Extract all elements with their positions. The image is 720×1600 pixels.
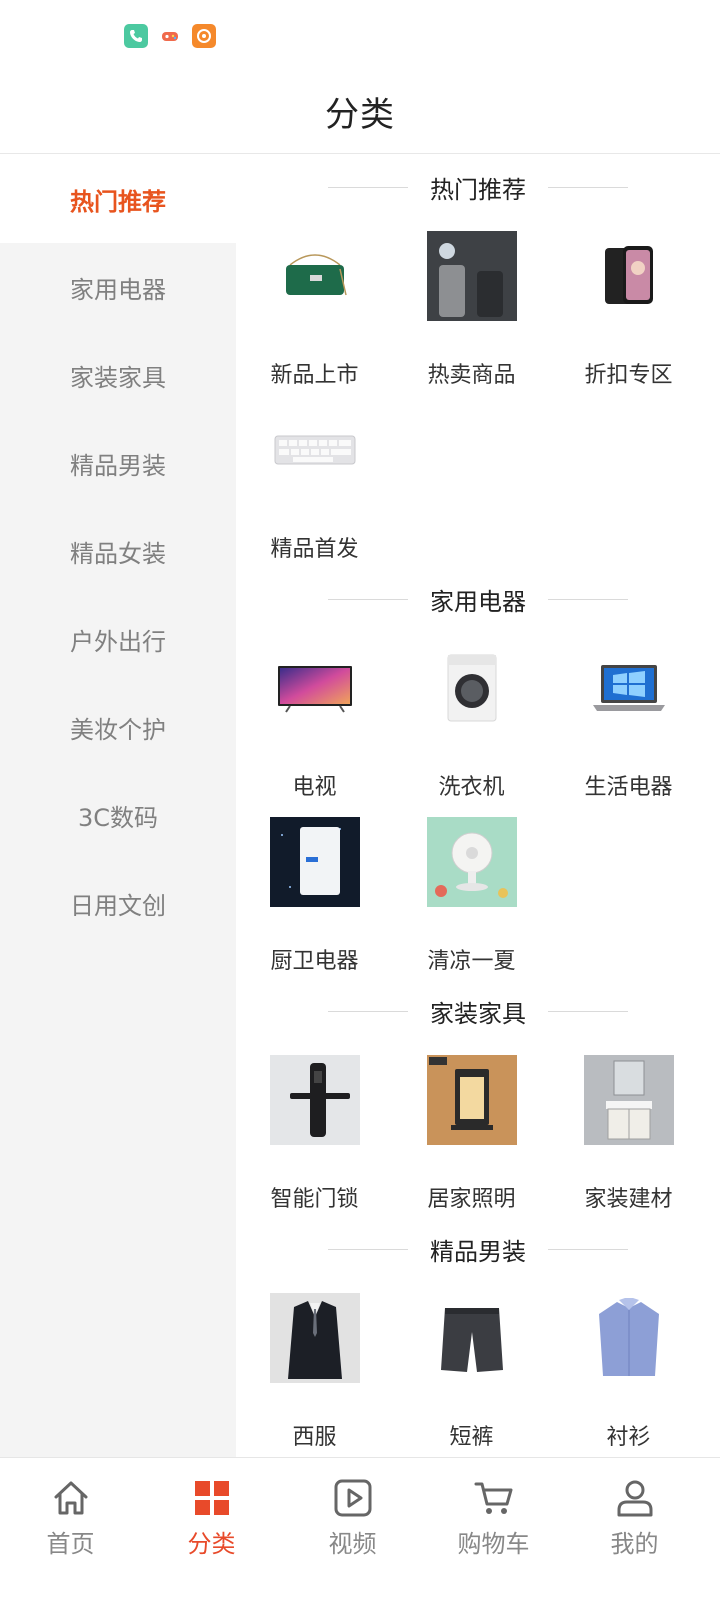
- category-item[interactable]: 折扣专区: [550, 219, 707, 393]
- category-sidebar: 热门推荐 家用电器 家装家具 精品男装 精品女装 户外出行 美妆个护 3C数码 …: [0, 155, 236, 1486]
- category-grid: 电视 洗衣机 生活电器 厨卫电器 清凉一夏: [236, 631, 720, 979]
- fan-image: [426, 817, 517, 907]
- suit-image: [269, 1293, 360, 1383]
- divider: [328, 1248, 408, 1250]
- tab-me[interactable]: 我的: [564, 1458, 705, 1600]
- sidebar-item-menswear[interactable]: 精品男装: [0, 419, 236, 507]
- category-item-label: 清凉一夏: [427, 949, 516, 974]
- category-item-label: 精品首发: [270, 537, 359, 562]
- sidebar-item-daily[interactable]: 日用文创: [0, 859, 236, 947]
- header: 分类: [0, 70, 720, 154]
- sidebar-item-appliances[interactable]: 家用电器: [0, 243, 236, 331]
- category-item[interactable]: 智能门锁: [236, 1043, 393, 1217]
- status-bar: [0, 0, 720, 70]
- game-icon: [158, 24, 182, 48]
- category-item[interactable]: 热卖商品: [393, 219, 550, 393]
- user-icon: [617, 1480, 652, 1517]
- phone-image: [584, 231, 674, 321]
- divider: [328, 598, 408, 600]
- sidebar-item-womenswear[interactable]: 精品女装: [0, 507, 236, 595]
- section-header: 家用电器: [236, 567, 720, 631]
- category-item[interactable]: 西服: [236, 1281, 393, 1455]
- divider: [548, 1248, 628, 1250]
- sidebar-item-beauty[interactable]: 美妆个护: [0, 683, 236, 771]
- bathroom-cabinet-image: [583, 1055, 674, 1145]
- video-play-icon: [334, 1479, 371, 1517]
- category-item-label: 衬衫: [606, 1425, 651, 1450]
- category-item[interactable]: 电视: [236, 631, 393, 805]
- divider: [328, 1010, 408, 1012]
- category-item[interactable]: 居家照明: [393, 1043, 550, 1217]
- bottom-tab-bar: 首页 分类 视频 购物车 我的: [0, 1457, 720, 1600]
- water-heater-image: [269, 817, 360, 907]
- category-item[interactable]: 精品首发: [236, 393, 393, 567]
- category-item-label: 新品上市: [270, 363, 359, 388]
- thermos-image: [426, 231, 517, 321]
- app-icon: [192, 24, 216, 48]
- category-item-label: 居家照明: [427, 1187, 516, 1212]
- category-item-label: 厨卫电器: [270, 949, 359, 974]
- category-item[interactable]: 生活电器: [550, 631, 707, 805]
- category-item-label: 西服: [292, 1425, 337, 1450]
- tab-video[interactable]: 视频: [282, 1458, 423, 1600]
- laptop-image: [584, 643, 674, 733]
- category-item-label: 电视: [292, 775, 337, 800]
- sidebar-item-furniture[interactable]: 家装家具: [0, 331, 236, 419]
- section-title: 精品男装: [430, 1237, 526, 1266]
- section-title: 热门推荐: [430, 175, 526, 204]
- divider: [548, 186, 628, 188]
- phone-icon: [124, 24, 148, 48]
- category-item[interactable]: 短裤: [393, 1281, 550, 1455]
- cart-icon: [474, 1482, 512, 1514]
- category-item[interactable]: 衬衫: [550, 1281, 707, 1455]
- handbag-image: [270, 231, 360, 321]
- category-content: 热门推荐 新品上市 热卖商品 折扣专区 精品首发 家用电器 电视 洗衣机 生活电…: [236, 155, 720, 1486]
- sidebar-item-hot[interactable]: 热门推荐: [0, 155, 236, 243]
- shirt-image: [584, 1293, 674, 1383]
- section-title: 家用电器: [430, 587, 526, 616]
- divider: [548, 598, 628, 600]
- tab-label: 分类: [187, 1530, 236, 1558]
- category-item[interactable]: 新品上市: [236, 219, 393, 393]
- home-icon: [54, 1481, 87, 1515]
- category-item[interactable]: 家装建材: [550, 1043, 707, 1217]
- category-item-label: 折扣专区: [584, 363, 673, 388]
- divider: [328, 186, 408, 188]
- section-header: 精品男装: [236, 1217, 720, 1281]
- category-item-label: 生活电器: [584, 775, 673, 800]
- tab-label: 首页: [46, 1530, 95, 1558]
- tv-image: [270, 643, 360, 733]
- category-item[interactable]: 洗衣机: [393, 631, 550, 805]
- divider: [548, 1010, 628, 1012]
- category-grid: 新品上市 热卖商品 折扣专区 精品首发: [236, 219, 720, 567]
- category-item[interactable]: 厨卫电器: [236, 805, 393, 979]
- category-item-label: 热卖商品: [427, 363, 516, 388]
- category-grid-icon: [194, 1481, 229, 1515]
- keyboard-image: [270, 405, 360, 495]
- tab-category[interactable]: 分类: [141, 1458, 282, 1600]
- wall-lamp-image: [426, 1055, 517, 1145]
- section-header: 家装家具: [236, 979, 720, 1043]
- category-grid: 智能门锁 居家照明 家装建材: [236, 1043, 720, 1217]
- category-item-label: 智能门锁: [270, 1187, 359, 1212]
- tab-home[interactable]: 首页: [0, 1458, 141, 1600]
- sidebar-item-3c[interactable]: 3C数码: [0, 771, 236, 859]
- category-grid: 西服 短裤 衬衫: [236, 1281, 720, 1455]
- category-item-label: 短裤: [449, 1425, 494, 1450]
- section-title: 家装家具: [430, 999, 526, 1028]
- category-item-label: 洗衣机: [438, 775, 505, 800]
- page-title: 分类: [325, 95, 395, 135]
- tab-cart[interactable]: 购物车: [423, 1458, 564, 1600]
- door-lock-image: [269, 1055, 360, 1145]
- tab-label: 我的: [610, 1530, 659, 1558]
- sidebar-item-outdoor[interactable]: 户外出行: [0, 595, 236, 683]
- tab-label: 视频: [328, 1530, 377, 1558]
- washing-machine-image: [427, 643, 517, 733]
- category-item[interactable]: 清凉一夏: [393, 805, 550, 979]
- section-header: 热门推荐: [236, 155, 720, 219]
- tab-label: 购物车: [457, 1530, 530, 1558]
- category-item-label: 家装建材: [584, 1187, 673, 1212]
- shorts-image: [427, 1293, 517, 1383]
